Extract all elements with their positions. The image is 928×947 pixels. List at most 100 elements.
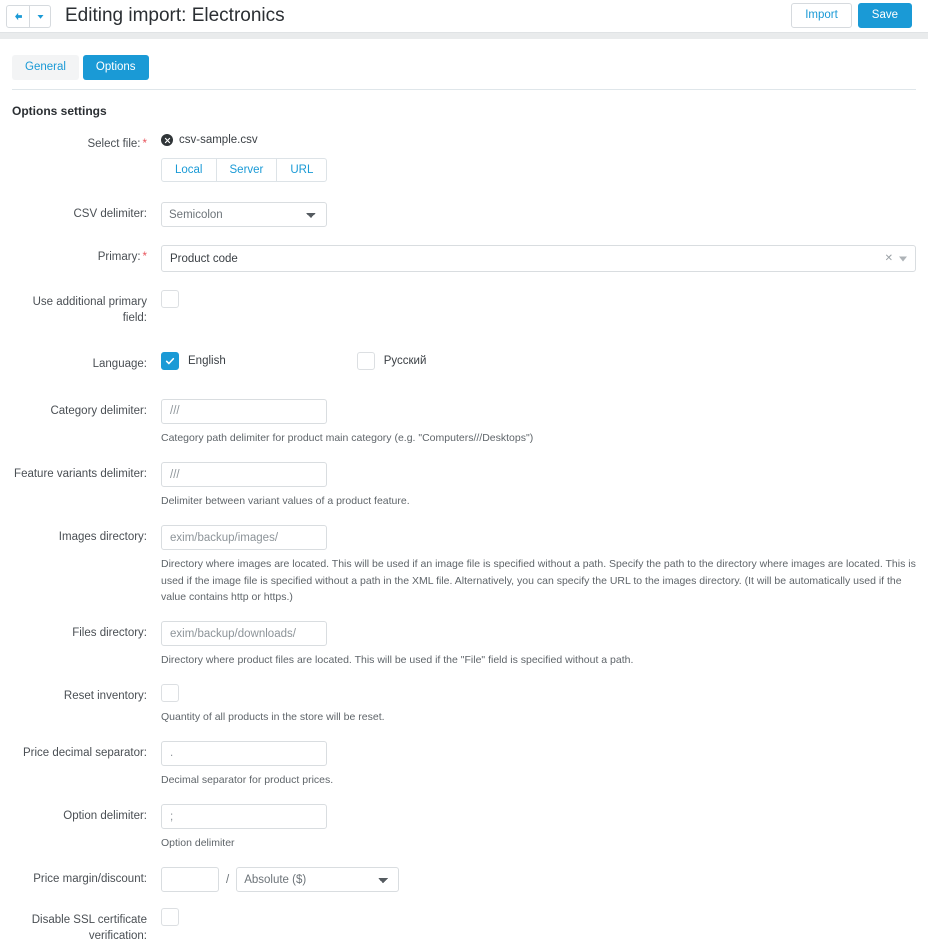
tab-general[interactable]: General xyxy=(12,55,79,80)
category-delimiter-field: Category path delimiter for product main… xyxy=(147,398,916,446)
row-additional-primary: Use additional primary field: xyxy=(12,290,916,326)
category-delimiter-input[interactable] xyxy=(161,398,327,424)
app-header: Editing import: Electronics Import Save xyxy=(0,0,928,32)
files-directory-help: Directory where product files are locate… xyxy=(161,654,634,667)
csv-delimiter-select[interactable]: Semicolon xyxy=(161,202,327,228)
price-decimal-separator-help: Decimal separator for product prices. xyxy=(161,773,334,786)
additional-primary-field xyxy=(147,290,916,326)
tab-list: General Options xyxy=(12,55,928,80)
additional-primary-label: Use additional primary field: xyxy=(32,296,147,324)
images-directory-input[interactable] xyxy=(161,525,327,551)
back-dropdown-button[interactable] xyxy=(30,4,51,28)
price-margin-field: / Absolute ($) xyxy=(147,867,916,893)
file-source-server[interactable]: Server xyxy=(215,157,278,183)
row-price-decimal-separator: Price decimal separator: Decimal separat… xyxy=(12,740,916,788)
price-margin-input[interactable] xyxy=(161,867,219,893)
option-delimiter-input[interactable] xyxy=(161,804,327,830)
language-option-english: English xyxy=(161,352,226,371)
disable-ssl-checkbox[interactable] xyxy=(161,908,179,927)
language-checkbox-english[interactable] xyxy=(161,352,179,371)
row-reset-inventory: Reset inventory: Quantity of all product… xyxy=(12,684,916,725)
images-directory-help: Directory where images are located. This… xyxy=(161,558,916,603)
save-button[interactable]: Save xyxy=(857,3,912,28)
file-source-url[interactable]: URL xyxy=(276,157,328,183)
language-label-russian: Русский xyxy=(383,355,427,368)
row-price-margin: Price margin/discount: / Absolute ($) xyxy=(12,867,916,893)
section-title: Options settings xyxy=(12,103,107,118)
selected-file: csv-sample.csv xyxy=(161,132,916,149)
option-delimiter-label: Option delimiter: xyxy=(63,810,147,823)
row-csv-delimiter: CSV delimiter: Semicolon xyxy=(12,202,916,228)
feature-variants-delimiter-field: Delimiter between variant values of a pr… xyxy=(147,462,916,509)
language-label: Language: xyxy=(92,358,147,371)
price-margin-label: Price margin/discount: xyxy=(33,873,147,886)
price-margin-type-select[interactable]: Absolute ($) xyxy=(236,867,400,893)
file-source-buttons: Local Server URL xyxy=(161,157,916,183)
select-file-field: csv-sample.csv Local Server URL xyxy=(147,132,916,183)
reset-inventory-checkbox[interactable] xyxy=(161,684,179,703)
files-directory-field: Directory where product files are locate… xyxy=(147,621,916,668)
row-feature-variants-delimiter: Feature variants delimiter: Delimiter be… xyxy=(12,462,916,509)
header-divider xyxy=(0,32,928,39)
language-field: English Русский xyxy=(147,352,916,373)
csv-delimiter-label: CSV delimiter: xyxy=(73,208,148,221)
reset-inventory-label: Reset inventory: xyxy=(63,690,147,703)
disable-ssl-label: Disable SSL certificate verification: xyxy=(31,914,147,942)
category-delimiter-label: Category delimiter: xyxy=(50,404,147,417)
x-icon[interactable]: ✕ xyxy=(885,253,893,264)
file-source-local[interactable]: Local xyxy=(161,157,217,183)
primary-label-text: Primary: xyxy=(97,251,141,264)
feature-variants-delimiter-input[interactable] xyxy=(161,462,327,488)
language-checkbox-russian[interactable] xyxy=(356,352,375,371)
tab-options[interactable]: Options xyxy=(82,55,149,80)
primary-label: Primary: * xyxy=(12,245,147,272)
additional-primary-checkbox[interactable] xyxy=(161,290,179,309)
price-margin-controls: / Absolute ($) xyxy=(161,867,916,893)
select-file-label: Select file: * xyxy=(12,132,147,183)
row-images-directory: Images directory: Directory where images… xyxy=(12,525,916,605)
nav-button-group xyxy=(6,4,51,28)
option-delimiter-field: Option delimiter xyxy=(147,804,916,851)
language-label-english: English xyxy=(188,355,226,368)
options-form: Options settings Select file: * csv-sampl… xyxy=(0,90,928,945)
circle-x-icon[interactable] xyxy=(161,134,173,147)
images-directory-label: Images directory: xyxy=(58,531,147,544)
row-language: Language: English Русский xyxy=(12,352,916,373)
back-button[interactable] xyxy=(6,4,30,28)
select-file-label-text: Select file: xyxy=(87,137,141,150)
import-button[interactable]: Import xyxy=(791,3,852,28)
language-option-russian: Русский xyxy=(356,352,427,371)
images-directory-field: Directory where images are located. This… xyxy=(147,525,916,605)
row-category-delimiter: Category delimiter: Category path delimi… xyxy=(12,398,916,446)
reset-inventory-help: Quantity of all products in the store wi… xyxy=(161,710,385,723)
primary-field: Product code ✕ xyxy=(147,245,916,273)
row-disable-ssl: Disable SSL certificate verification: xyxy=(12,908,916,944)
option-delimiter-help: Option delimiter xyxy=(161,837,235,850)
category-delimiter-help: Category path delimiter for product main… xyxy=(161,431,534,444)
check-icon xyxy=(165,358,175,365)
row-files-directory: Files directory: Directory where product… xyxy=(12,621,916,668)
caret-down-icon xyxy=(37,14,43,19)
page-title: Editing import: Electronics xyxy=(65,5,285,26)
reset-inventory-field: Quantity of all products in the store wi… xyxy=(147,684,916,725)
disable-ssl-field xyxy=(147,908,916,944)
caret-down-icon xyxy=(899,256,907,262)
price-margin-separator: / xyxy=(226,873,230,886)
tabs-container: General Options xyxy=(0,39,928,80)
price-decimal-separator-field: Decimal separator for product prices. xyxy=(147,740,916,788)
row-select-file: Select file: * csv-sample.csv Local Serve… xyxy=(12,132,916,183)
primary-value: Product code xyxy=(170,252,238,265)
arrow-left-icon xyxy=(14,12,22,20)
file-name: csv-sample.csv xyxy=(179,134,258,147)
language-checkbox-group: English Русский xyxy=(161,352,916,371)
row-primary: Primary: * Product code ✕ xyxy=(12,245,916,273)
header-actions: Import Save xyxy=(791,3,912,28)
row-option-delimiter: Option delimiter: Option delimiter xyxy=(12,804,916,851)
primary-select[interactable]: Product code ✕ xyxy=(161,245,916,273)
files-directory-input[interactable] xyxy=(161,621,327,647)
price-decimal-separator-label: Price decimal separator: xyxy=(23,746,147,759)
price-decimal-separator-input[interactable] xyxy=(161,740,327,766)
csv-delimiter-field: Semicolon xyxy=(147,202,916,228)
feature-variants-delimiter-label: Feature variants delimiter: xyxy=(14,468,147,481)
files-directory-label: Files directory: xyxy=(72,627,147,640)
